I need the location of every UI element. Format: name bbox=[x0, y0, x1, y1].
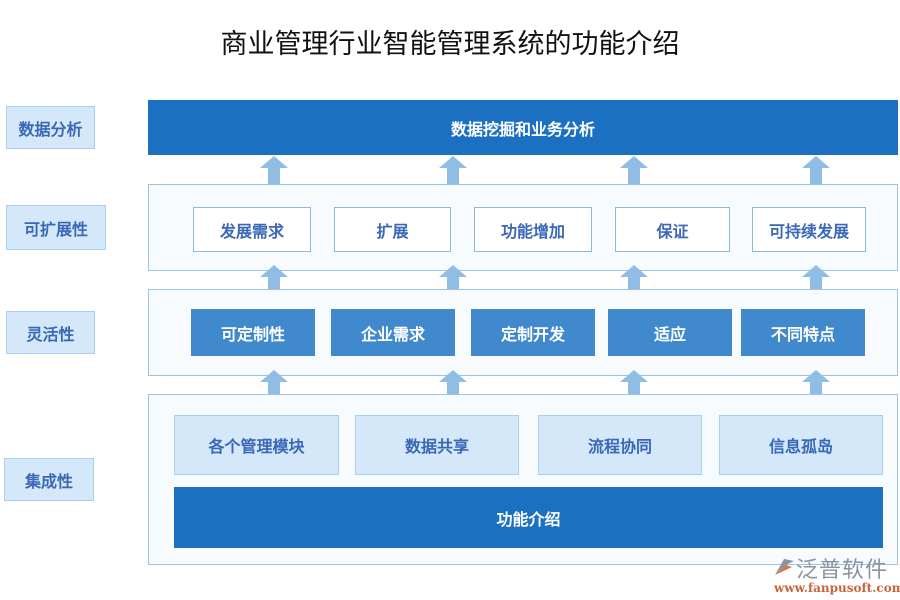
scalability-item: 可持续发展 bbox=[752, 207, 866, 252]
flexibility-item: 适应 bbox=[608, 309, 732, 356]
flexibility-item: 定制开发 bbox=[471, 309, 595, 356]
integration-item: 信息孤岛 bbox=[719, 415, 883, 475]
scalability-item: 保证 bbox=[615, 207, 730, 252]
flexibility-item: 企业需求 bbox=[331, 309, 455, 356]
integration-item: 各个管理模块 bbox=[174, 415, 339, 475]
diagram-title: 商业管理行业智能管理系统的功能介绍 bbox=[220, 29, 680, 60]
scalability-item: 发展需求 bbox=[193, 207, 311, 252]
up-arrow-icon bbox=[802, 156, 830, 184]
logo-url: www.fanpusoft.com bbox=[774, 581, 900, 595]
function-intro-bar: 功能介绍 bbox=[174, 487, 883, 548]
logo-name: 泛普软件 bbox=[796, 558, 889, 583]
flexibility-item: 可定制性 bbox=[191, 309, 315, 356]
logo-mark-icon bbox=[775, 559, 794, 575]
up-arrow-icon bbox=[620, 156, 648, 184]
up-arrow-icon bbox=[260, 156, 288, 184]
fanpusoft-logo: 泛普软件 www.fanpusoft.com bbox=[772, 552, 900, 598]
up-arrow-icon bbox=[439, 156, 467, 184]
scalability-item: 扩展 bbox=[334, 207, 451, 252]
integration-item: 流程协同 bbox=[538, 415, 702, 475]
scalability-item: 功能增加 bbox=[474, 207, 592, 252]
side-label-integration: 集成性 bbox=[4, 458, 94, 501]
flexibility-item: 不同特点 bbox=[741, 309, 865, 356]
side-label-data-analysis: 数据分析 bbox=[6, 106, 95, 149]
side-label-flexibility: 灵活性 bbox=[6, 311, 95, 354]
data-mining-bar: 数据挖掘和业务分析 bbox=[148, 100, 898, 155]
side-label-scalability: 可扩展性 bbox=[6, 205, 106, 250]
integration-item: 数据共享 bbox=[355, 415, 519, 475]
